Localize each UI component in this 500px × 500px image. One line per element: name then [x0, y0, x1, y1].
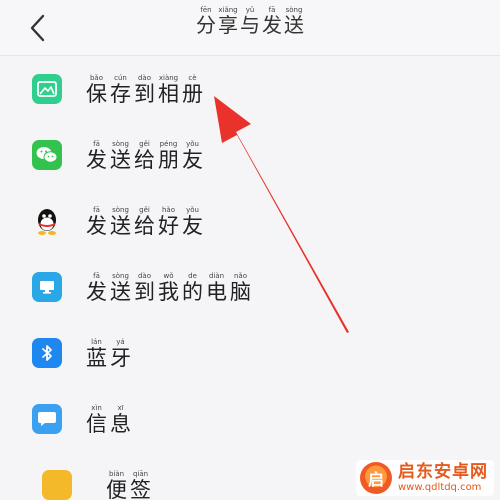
char: 册cè — [182, 74, 203, 106]
pinyin: xiǎng — [218, 6, 238, 14]
pinyin: diàn — [206, 272, 227, 280]
option-bluetooth[interactable]: 蓝lán牙yá — [0, 320, 500, 386]
pinyin: yá — [110, 338, 131, 346]
pinyin: péng — [158, 140, 179, 148]
option-label: 保bǎo存cún到dào相xiàng册cè — [86, 70, 206, 108]
char: 脑nǎo — [230, 272, 251, 304]
pinyin: hǎo — [158, 206, 179, 214]
char: 送sòng — [110, 206, 131, 238]
page-title: 分fēn享xiǎng与yǔ发fā送sòng — [0, 6, 500, 38]
pinyin: sòng — [110, 140, 131, 148]
pinyin: fā — [86, 206, 107, 214]
pinyin: dào — [134, 74, 155, 82]
pinyin: lán — [86, 338, 107, 346]
share-screen: 分fēn享xiǎng与yǔ发fā送sòng 保bǎo存cún到dào相xiàng… — [0, 0, 500, 500]
char: 便biàn — [106, 470, 127, 500]
char: 享xiǎng — [218, 6, 238, 37]
pinyin: gěi — [134, 206, 155, 214]
pinyin: qiān — [130, 470, 151, 478]
char: 相xiàng — [158, 74, 179, 106]
bluetooth-icon — [32, 338, 62, 368]
char: 友yǒu — [182, 140, 203, 172]
pinyin: de — [182, 272, 203, 280]
option-label: 发fā送sòng到dào我wǒ的de电diàn脑nǎo — [86, 268, 254, 306]
watermark: 启 启东安卓网 www.qdltdq.com — [356, 460, 494, 496]
wechat-icon — [32, 140, 62, 170]
char: 发fā — [262, 6, 282, 37]
option-label: 信xìn息xī — [86, 400, 134, 438]
pinyin: fā — [262, 6, 282, 14]
pinyin: bǎo — [86, 74, 107, 82]
char: 息xī — [110, 404, 131, 436]
char: 牙yá — [110, 338, 131, 370]
option-label: 发fā送sòng给gěi好hǎo友yǒu — [86, 202, 206, 240]
char: 到dào — [134, 272, 155, 304]
char: 给gěi — [134, 140, 155, 172]
note-icon — [42, 470, 72, 500]
pinyin: nǎo — [230, 272, 251, 280]
pinyin: fā — [86, 272, 107, 280]
char: 好hǎo — [158, 206, 179, 238]
char: 发fā — [86, 140, 107, 172]
char: 给gěi — [134, 206, 155, 238]
pinyin: wǒ — [158, 272, 179, 280]
pinyin: sòng — [110, 206, 131, 214]
char: 到dào — [134, 74, 155, 106]
char: 友yǒu — [182, 206, 203, 238]
watermark-url: www.qdltdq.com — [398, 481, 482, 493]
pinyin: yǔ — [240, 6, 260, 14]
char: 电diàn — [206, 272, 227, 304]
option-label: 蓝lán牙yá — [86, 334, 134, 372]
qq-icon — [32, 206, 62, 236]
char: 分fēn — [196, 6, 216, 37]
pinyin: cún — [110, 74, 131, 82]
pinyin: xìn — [86, 404, 107, 412]
watermark-name: 启东安卓网 — [398, 461, 488, 482]
watermark-logo: 启 — [360, 462, 392, 494]
pinyin: biàn — [106, 470, 127, 478]
char: 签qiān — [130, 470, 151, 500]
pinyin: xiàng — [158, 74, 179, 82]
option-send-to-computer[interactable]: 发fā送sòng到dào我wǒ的de电diàn脑nǎo — [0, 254, 500, 320]
message-icon — [32, 404, 62, 434]
pinyin: gěi — [134, 140, 155, 148]
char: 送sòng — [110, 140, 131, 172]
pinyin: yǒu — [182, 206, 203, 214]
option-label: 便biàn签qiān — [106, 466, 154, 500]
pinyin: fā — [86, 140, 107, 148]
share-options-list: 保bǎo存cún到dào相xiàng册cè 发fā送sòng给gěi朋péng友… — [0, 56, 500, 500]
char: 送sòng — [284, 6, 304, 37]
option-label: 发fā送sòng给gěi朋péng友yǒu — [86, 136, 206, 174]
char: 送sòng — [110, 272, 131, 304]
header-bar: 分fēn享xiǎng与yǔ发fā送sòng — [0, 0, 500, 56]
pinyin: dào — [134, 272, 155, 280]
char: 存cún — [110, 74, 131, 106]
pinyin: yǒu — [182, 140, 203, 148]
pinyin: fēn — [196, 6, 216, 14]
option-save-to-album[interactable]: 保bǎo存cún到dào相xiàng册cè — [0, 56, 500, 122]
option-send-to-friends[interactable]: 发fā送sòng给gěi朋péng友yǒu — [0, 122, 500, 188]
album-icon — [32, 74, 62, 104]
option-message[interactable]: 信xìn息xī — [0, 386, 500, 452]
char: 发fā — [86, 272, 107, 304]
option-send-to-buddy[interactable]: 发fā送sòng给gěi好hǎo友yǒu — [0, 188, 500, 254]
char: 信xìn — [86, 404, 107, 436]
char: 与yǔ — [240, 6, 260, 37]
pinyin: xī — [110, 404, 131, 412]
char: 发fā — [86, 206, 107, 238]
char: 保bǎo — [86, 74, 107, 106]
char: 朋péng — [158, 140, 179, 172]
char: 我wǒ — [158, 272, 179, 304]
pinyin: sòng — [284, 6, 304, 14]
char: 蓝lán — [86, 338, 107, 370]
computer-icon — [32, 272, 62, 302]
pinyin: cè — [182, 74, 203, 82]
char: 的de — [182, 272, 203, 304]
pinyin: sòng — [110, 272, 131, 280]
